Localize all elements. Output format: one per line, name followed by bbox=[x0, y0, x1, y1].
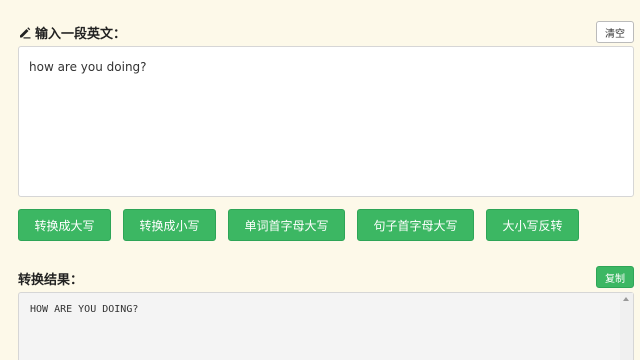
result-text: HOW ARE YOU DOING? bbox=[30, 304, 139, 315]
convert-button-row: 转换成大写 转换成小写 单词首字母大写 句子首字母大写 大小写反转 bbox=[18, 209, 591, 241]
capitalize-words-button[interactable]: 单词首字母大写 bbox=[228, 209, 345, 241]
clear-button[interactable]: 清空 bbox=[596, 21, 634, 43]
input-header: 输入一段英文： 清空 bbox=[18, 20, 634, 44]
scroll-up-arrow-icon[interactable] bbox=[623, 297, 629, 301]
result-header: 转换结果： 复制 bbox=[18, 266, 634, 288]
invert-case-button[interactable]: 大小写反转 bbox=[486, 209, 579, 241]
to-uppercase-button[interactable]: 转换成大写 bbox=[18, 209, 111, 241]
input-title: 输入一段英文： bbox=[18, 23, 126, 42]
to-lowercase-button[interactable]: 转换成小写 bbox=[123, 209, 216, 241]
result-scrollbar[interactable] bbox=[620, 293, 633, 360]
english-text-input[interactable]: how are you doing? bbox=[18, 46, 634, 197]
result-title: 转换结果： bbox=[18, 273, 84, 288]
input-title-text: 输入一段英文： bbox=[35, 27, 127, 42]
copy-button[interactable]: 复制 bbox=[596, 266, 634, 288]
pencil-icon bbox=[20, 27, 31, 39]
result-output[interactable]: HOW ARE YOU DOING? bbox=[18, 292, 634, 360]
capitalize-sentences-button[interactable]: 句子首字母大写 bbox=[357, 209, 474, 241]
